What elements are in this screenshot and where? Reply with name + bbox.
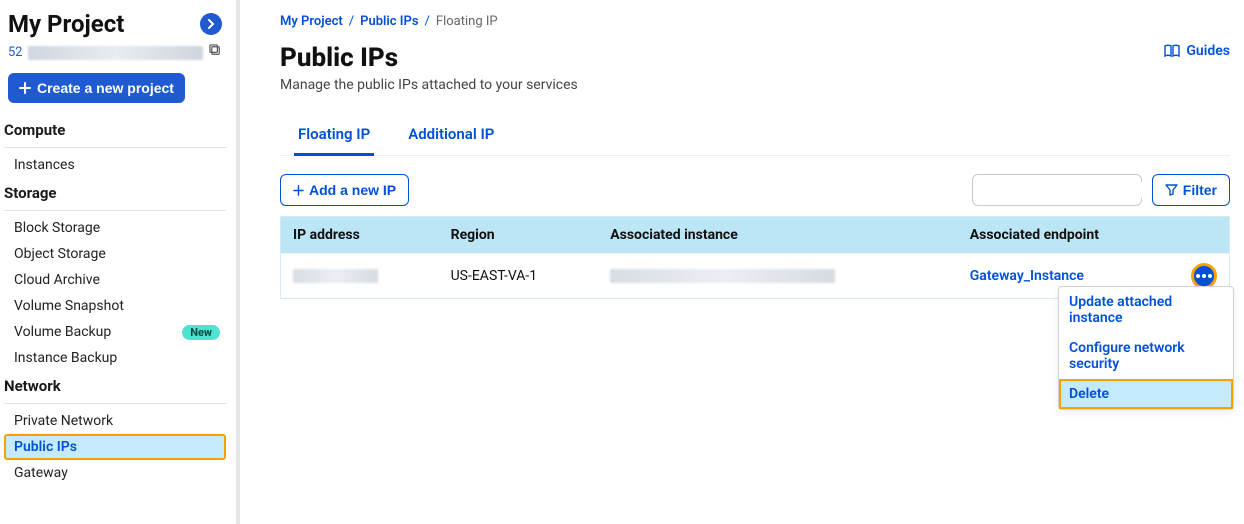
- add-ip-button[interactable]: Add a new IP: [280, 174, 409, 206]
- chevron-right-icon: [206, 19, 216, 29]
- page-subtitle: Manage the public IPs attached to your s…: [280, 77, 578, 93]
- tab-additional-ip[interactable]: Additional IP: [404, 115, 498, 156]
- sidebar-section-storage-title: Storage: [4, 178, 226, 208]
- menu-item-update-instance[interactable]: Update attached instance: [1059, 287, 1233, 333]
- create-project-label: Create a new project: [37, 80, 174, 96]
- guides-link[interactable]: Guides: [1164, 43, 1230, 59]
- sidebar: My Project 52 Create a new project Compu…: [0, 0, 240, 524]
- th-associated-instance[interactable]: Associated instance: [598, 217, 958, 254]
- breadcrumb-separator: /: [425, 14, 430, 29]
- project-id-redacted: [28, 46, 203, 60]
- create-project-button[interactable]: Create a new project: [8, 73, 185, 103]
- associated-instance-redacted: [610, 269, 835, 283]
- divider: [4, 403, 226, 404]
- add-ip-label: Add a new IP: [309, 182, 396, 198]
- divider: [4, 147, 226, 148]
- sidebar-section-compute-title: Compute: [4, 115, 226, 145]
- book-icon: [1164, 44, 1180, 58]
- new-badge: New: [182, 325, 220, 340]
- filter-icon: [1165, 184, 1178, 196]
- divider: [4, 210, 226, 211]
- search-input-wrapper[interactable]: [972, 174, 1142, 206]
- sidebar-item-instance-backup[interactable]: Instance Backup: [4, 345, 226, 371]
- sidebar-item-cloud-archive[interactable]: Cloud Archive: [4, 267, 226, 293]
- breadcrumb-separator: /: [349, 14, 354, 29]
- project-id-prefix: 52: [8, 45, 22, 60]
- copy-icon: [209, 44, 222, 57]
- cell-endpoint-link[interactable]: Gateway_Instance: [970, 268, 1084, 284]
- main-content: My Project / Public IPs / Floating IP Pu…: [240, 0, 1244, 524]
- plus-icon: [19, 82, 31, 94]
- project-id-row: 52: [4, 42, 226, 69]
- tab-floating-ip[interactable]: Floating IP: [294, 115, 374, 156]
- th-associated-endpoint[interactable]: Associated endpoint: [958, 217, 1179, 254]
- copy-project-id-button[interactable]: [209, 44, 222, 61]
- sidebar-item-block-storage[interactable]: Block Storage: [4, 215, 226, 241]
- cell-region: US-EAST-VA-1: [439, 254, 599, 299]
- breadcrumb-my-project[interactable]: My Project: [280, 14, 343, 29]
- th-ip-address[interactable]: IP address: [281, 217, 439, 254]
- sidebar-item-private-network[interactable]: Private Network: [4, 408, 226, 434]
- sidebar-item-instances[interactable]: Instances: [4, 152, 226, 178]
- tabs: Floating IP Additional IP: [280, 115, 1230, 156]
- search-input[interactable]: [981, 182, 1162, 198]
- breadcrumb-public-ips[interactable]: Public IPs: [360, 14, 418, 29]
- row-actions-menu: Update attached instance Configure netwo…: [1058, 286, 1234, 410]
- plus-icon: [293, 185, 304, 196]
- sidebar-item-gateway[interactable]: Gateway: [4, 460, 226, 486]
- th-region[interactable]: Region: [439, 217, 599, 254]
- th-actions: [1179, 217, 1230, 254]
- breadcrumb-current: Floating IP: [436, 14, 498, 29]
- menu-item-delete[interactable]: Delete: [1059, 379, 1233, 409]
- guides-label: Guides: [1186, 43, 1230, 59]
- menu-item-configure-network-security[interactable]: Configure network security: [1059, 333, 1233, 379]
- breadcrumb: My Project / Public IPs / Floating IP: [280, 14, 1230, 29]
- sidebar-project-title: My Project: [8, 10, 124, 38]
- ip-address-redacted: [293, 269, 378, 283]
- sidebar-item-volume-snapshot[interactable]: Volume Snapshot: [4, 293, 226, 319]
- filter-label: Filter: [1183, 182, 1217, 198]
- page-title: Public IPs: [280, 43, 578, 73]
- sidebar-item-volume-backup[interactable]: Volume Backup New: [4, 319, 226, 345]
- sidebar-item-object-storage[interactable]: Object Storage: [4, 241, 226, 267]
- filter-button[interactable]: Filter: [1152, 174, 1230, 206]
- collapse-sidebar-button[interactable]: [200, 13, 222, 35]
- sidebar-item-public-ips[interactable]: Public IPs: [4, 434, 226, 460]
- sidebar-section-network-title: Network: [4, 371, 226, 401]
